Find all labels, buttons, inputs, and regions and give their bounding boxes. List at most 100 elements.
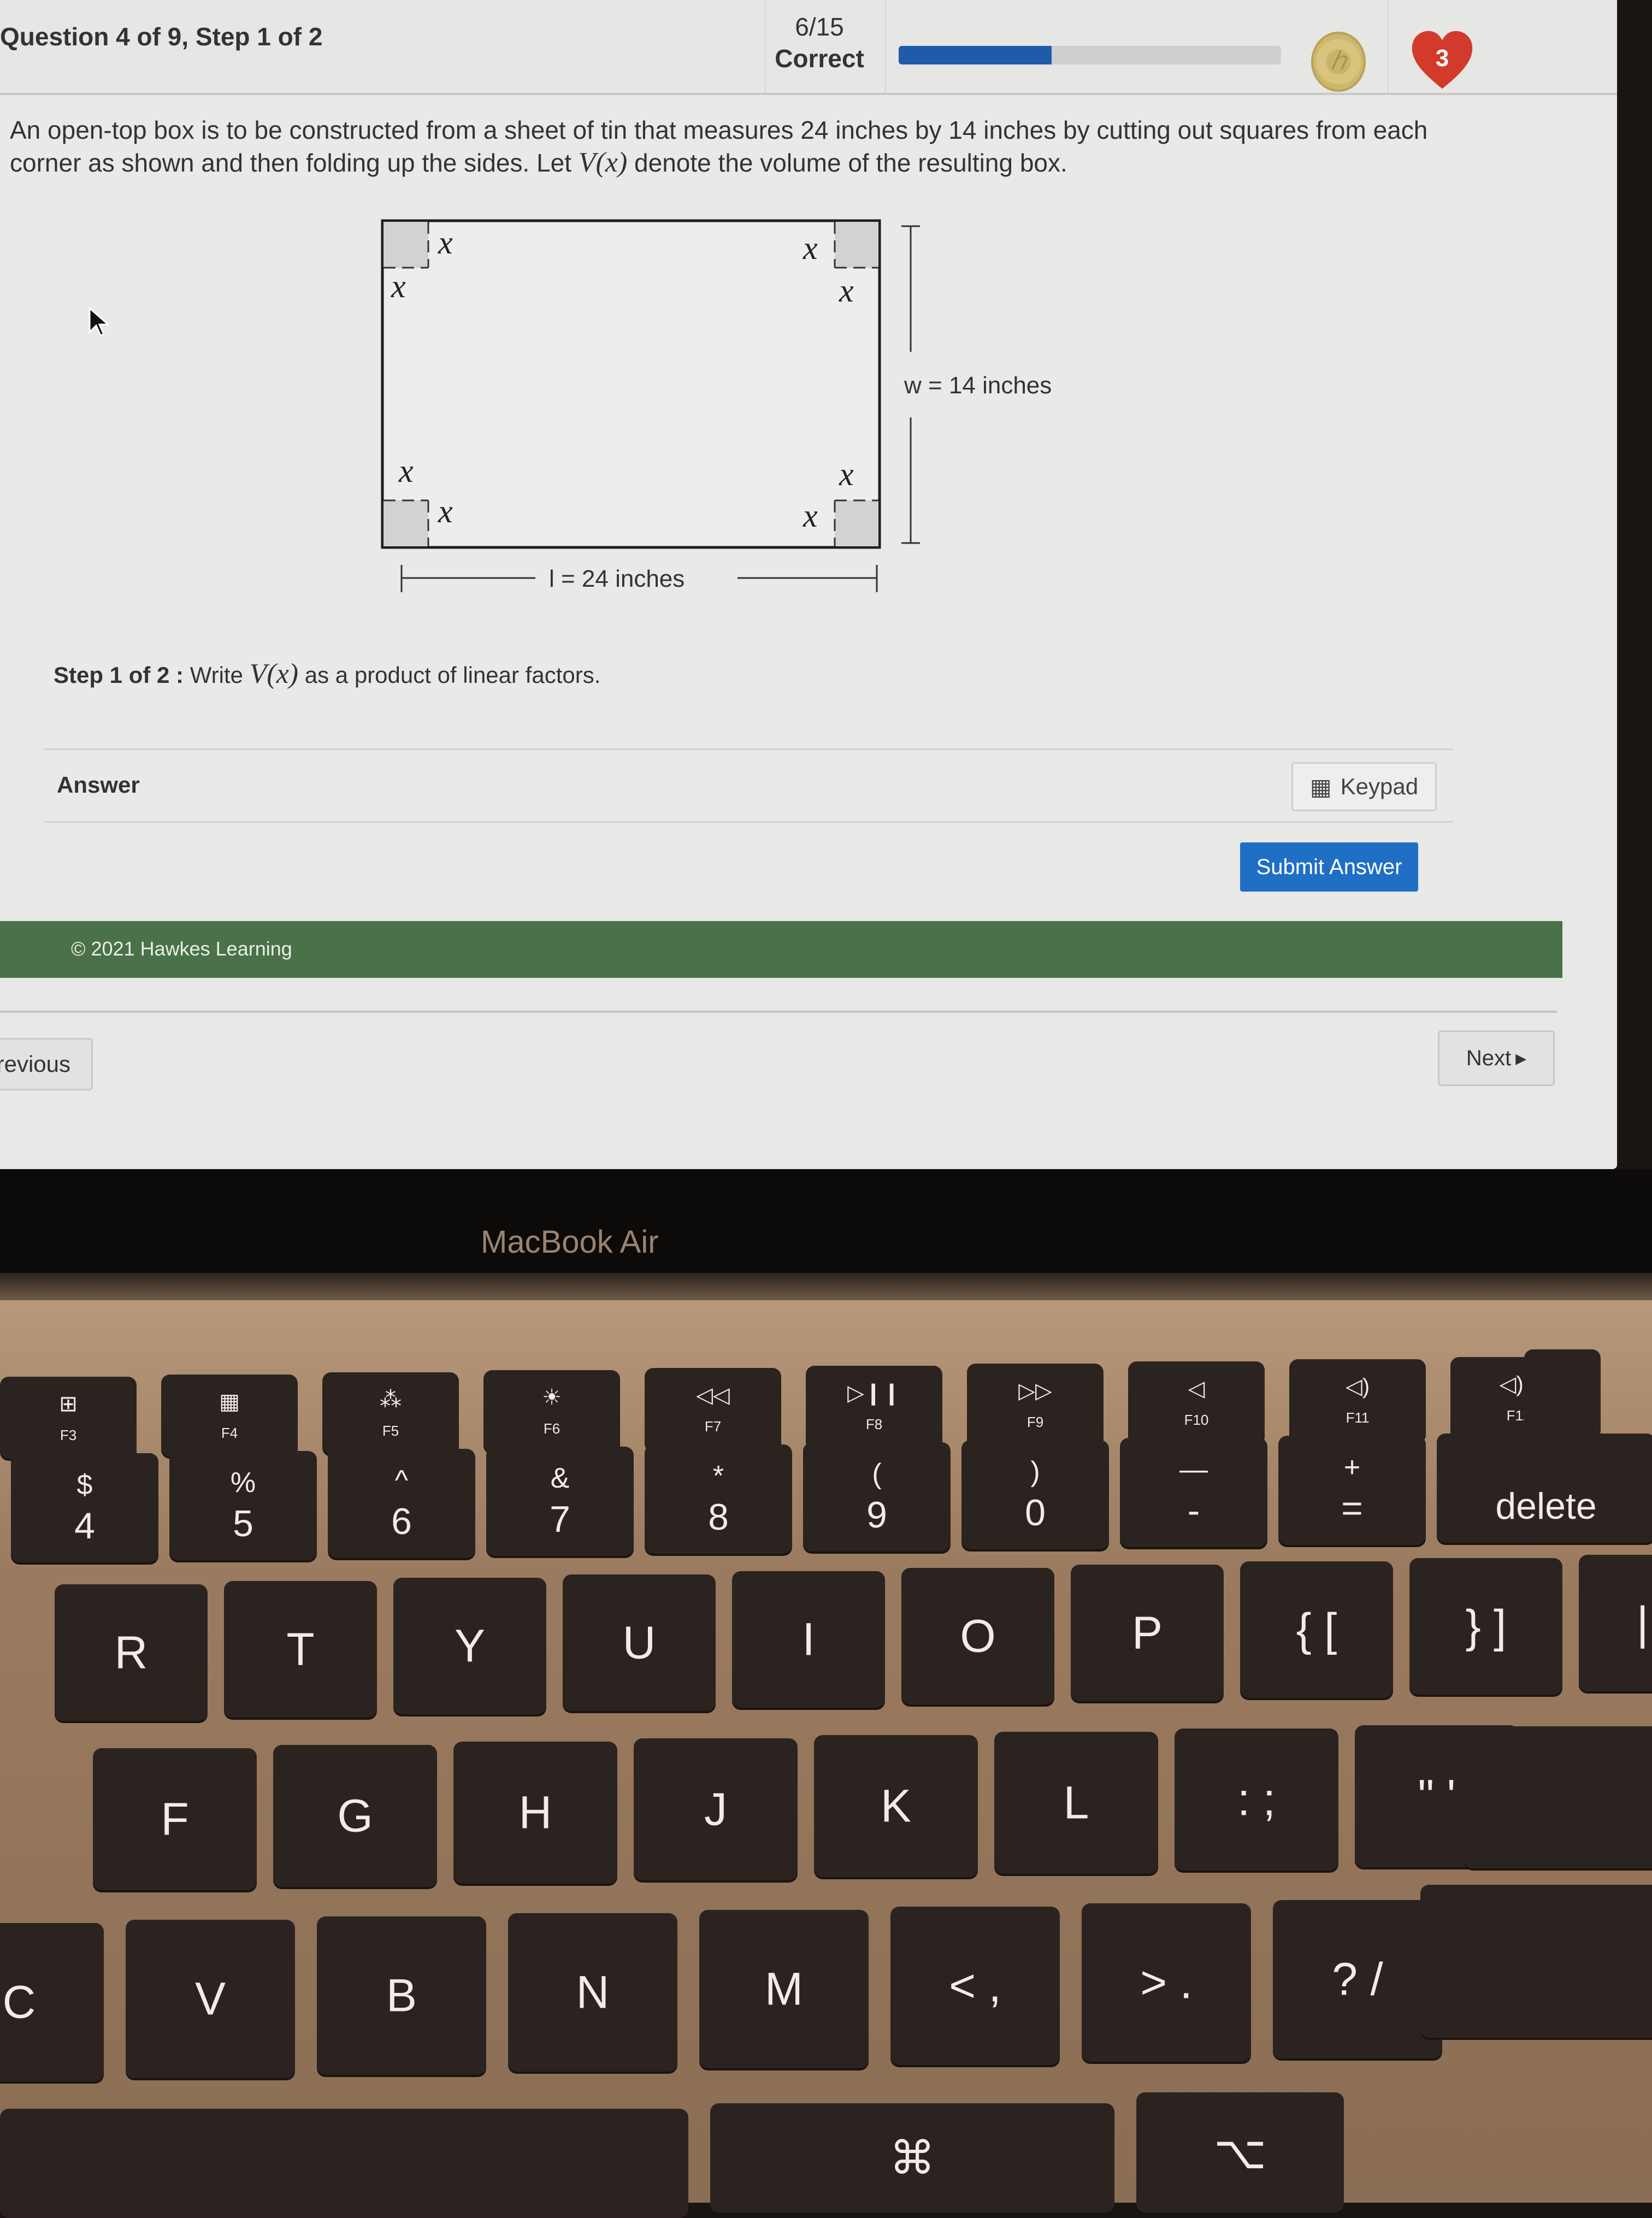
fn-key-icon: ⁂: [380, 1388, 402, 1412]
letter-key[interactable]: K: [814, 1735, 978, 1877]
key-char: B: [386, 1969, 417, 2021]
next-button[interactable]: Next ▸: [1438, 1030, 1555, 1086]
previous-button[interactable]: revious: [0, 1038, 93, 1090]
key-char: =: [1341, 1488, 1363, 1529]
fn-key-label: F10: [1184, 1412, 1209, 1428]
fn-key[interactable]: ◁) F11: [1289, 1359, 1426, 1441]
letter-key[interactable]: B: [317, 1916, 486, 2075]
submit-answer-button[interactable]: Submit Answer: [1240, 842, 1418, 892]
option-key[interactable]: ⌥: [1136, 2092, 1344, 2213]
key-char: I: [802, 1613, 815, 1665]
return-key[interactable]: [1464, 1726, 1652, 1868]
fn-key-label: F6: [543, 1420, 560, 1437]
key-char: } ]: [1465, 1600, 1507, 1652]
fn-key[interactable]: ☀ F6: [483, 1370, 620, 1452]
touch-id-key[interactable]: [1524, 1349, 1601, 1437]
fn-key[interactable]: ▷❙❙ F8: [806, 1366, 942, 1448]
letter-key[interactable]: > .: [1082, 1903, 1251, 2062]
number-key[interactable]: % 5: [169, 1451, 317, 1560]
fn-key[interactable]: ▷▷ F9: [967, 1364, 1104, 1446]
fn-key-label: F3: [60, 1427, 77, 1443]
x-label: x: [839, 273, 854, 309]
fn-key-icon: ▷▷: [1018, 1379, 1052, 1403]
fn-key[interactable]: ⊞ F3: [0, 1377, 137, 1459]
key-shift-char: —: [1179, 1454, 1208, 1485]
letter-key[interactable]: C: [0, 1923, 104, 2081]
letter-key[interactable]: H: [453, 1742, 617, 1884]
letter-key[interactable]: ? /: [1273, 1900, 1442, 2058]
key-char: | \: [1636, 1597, 1652, 1649]
letter-key[interactable]: L: [994, 1732, 1158, 1874]
command-icon: ⌘: [889, 2132, 935, 2184]
score-display: 6/15 Correct: [765, 11, 874, 74]
key-char: U: [622, 1617, 656, 1668]
key-char: -: [1187, 1490, 1200, 1531]
number-key[interactable]: $4: [11, 1453, 158, 1562]
divider: [885, 0, 886, 93]
key-char: > .: [1140, 1956, 1193, 2008]
number-key[interactable]: & 7: [486, 1447, 634, 1556]
number-key[interactable]: ^ 6: [328, 1449, 475, 1558]
answer-row: Answer ▦ Keypad: [44, 748, 1453, 823]
key-shift-char: +: [1343, 1452, 1361, 1483]
letter-key[interactable]: U: [563, 1574, 716, 1711]
letter-key[interactable]: P: [1071, 1565, 1224, 1701]
hawkes-coin-icon: ℎ: [1311, 32, 1366, 92]
fn-key[interactable]: ◁◁ F7: [645, 1368, 781, 1450]
lives-count: 3: [1435, 45, 1449, 72]
letter-key[interactable]: J: [634, 1738, 798, 1880]
command-key[interactable]: ⌘: [710, 2103, 1114, 2213]
number-key[interactable]: * 8: [645, 1444, 792, 1554]
letter-key[interactable]: R: [55, 1584, 208, 1721]
fn-key[interactable]: ▦ F4: [161, 1375, 298, 1456]
key-shift-char: &: [550, 1462, 570, 1494]
key-char: P: [1131, 1607, 1163, 1659]
letter-key[interactable]: F: [93, 1748, 257, 1890]
fn-key-label: F5: [382, 1423, 399, 1439]
fn-key[interactable]: ◁ F10: [1128, 1361, 1265, 1443]
fn-key-label: F11: [1346, 1409, 1370, 1426]
key-char: N: [576, 1966, 610, 2018]
key-char: 5: [233, 1503, 253, 1544]
number-key[interactable]: (9: [803, 1442, 951, 1552]
next-label: Next: [1466, 1046, 1512, 1070]
letter-key[interactable]: G: [273, 1745, 437, 1887]
fn-key-icon: ☀: [542, 1385, 562, 1409]
key-char: 8: [708, 1496, 729, 1538]
letter-key[interactable]: M: [699, 1910, 869, 2068]
space-bar[interactable]: [0, 2109, 688, 2218]
letter-key[interactable]: V: [126, 1920, 295, 2078]
letter-key[interactable]: T: [224, 1581, 377, 1718]
question-content: An open-top box is to be constructed fro…: [0, 95, 1562, 909]
key-char: : ;: [1237, 1773, 1276, 1825]
keypad-button[interactable]: ▦ Keypad: [1291, 762, 1437, 811]
number-key[interactable]: delete: [1437, 1434, 1652, 1543]
letter-key[interactable]: Y: [393, 1578, 546, 1714]
fn-key-icon: ▦: [219, 1390, 240, 1414]
shift-key[interactable]: [1420, 1885, 1652, 2038]
question-title: Question 4 of 9, Step 1 of 2: [0, 22, 323, 51]
letter-key[interactable]: : ;: [1175, 1729, 1338, 1871]
letter-key[interactable]: } ]: [1409, 1558, 1562, 1695]
step-text: Write: [184, 662, 250, 688]
calculator-icon: ▦: [1309, 774, 1332, 800]
fn-key-label: F8: [865, 1416, 883, 1432]
number-key[interactable]: — -: [1120, 1438, 1267, 1547]
letter-key[interactable]: | \: [1579, 1555, 1652, 1691]
key-char: < ,: [949, 1960, 1001, 2011]
x-label: x: [438, 225, 453, 261]
letter-key[interactable]: O: [901, 1568, 1054, 1704]
x-label: x: [839, 456, 854, 492]
number-key[interactable]: ) 0: [961, 1440, 1109, 1549]
letter-key[interactable]: { [: [1240, 1561, 1393, 1698]
letter-key[interactable]: I: [732, 1571, 885, 1708]
letter-key[interactable]: < ,: [890, 1907, 1060, 2065]
mouse-cursor-icon: [88, 306, 109, 337]
x-label: x: [391, 268, 406, 304]
letter-key[interactable]: N: [508, 1913, 677, 2072]
answer-label: Answer: [57, 772, 140, 798]
fn-key[interactable]: ⁂ F5: [322, 1372, 459, 1454]
key-shift-char: (: [872, 1458, 882, 1490]
number-key[interactable]: + =: [1278, 1436, 1426, 1545]
lives-badge: 3: [1409, 28, 1475, 94]
